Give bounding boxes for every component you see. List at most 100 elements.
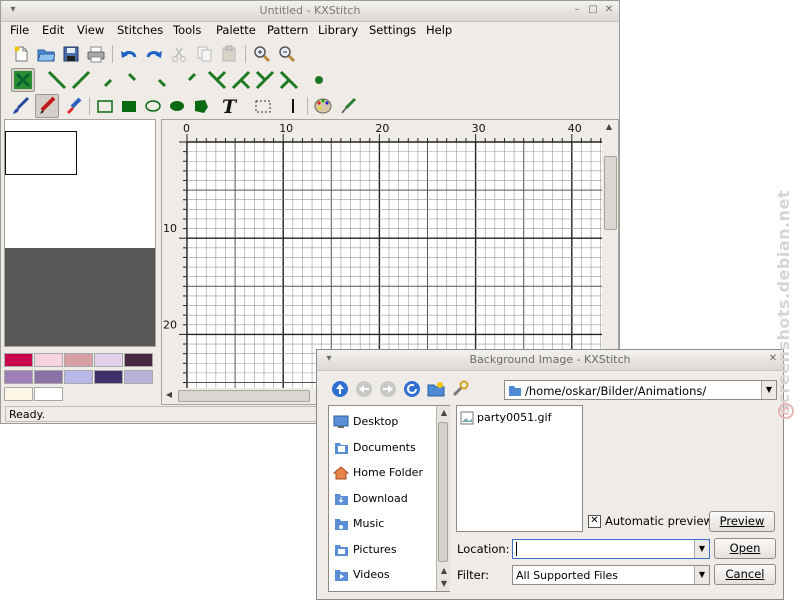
place-label: Desktop	[353, 415, 399, 428]
rectangle-outline-icon[interactable]	[93, 94, 117, 118]
location-dropdown-arrow[interactable]: ▼	[694, 540, 709, 558]
open-folder-icon[interactable]	[34, 42, 58, 66]
place-desktop[interactable]: Desktop	[333, 412, 433, 432]
vertical-scrollbar-thumb[interactable]	[604, 156, 617, 230]
quarter-stitch-bl-icon[interactable]	[99, 68, 123, 92]
french-knot-icon[interactable]	[307, 68, 331, 92]
menu-help[interactable]: Help	[426, 23, 452, 37]
path-combobox[interactable]: /home/oskar/Bilder/Animations/ ▼	[504, 380, 777, 400]
menu-pattern[interactable]: Pattern	[267, 23, 308, 37]
undo-icon[interactable]	[117, 42, 141, 66]
text-tool-icon[interactable]: T	[217, 94, 241, 118]
file-item[interactable]: party0051.gif	[460, 409, 575, 427]
new-folder-icon[interactable]	[426, 379, 446, 399]
menu-view[interactable]: View	[77, 23, 104, 37]
paint-brush-icon[interactable]	[9, 94, 33, 118]
options-wrench-icon[interactable]	[450, 379, 470, 399]
three-quarter-stitch-2-icon[interactable]	[229, 68, 253, 92]
palette-swatch[interactable]	[4, 387, 33, 401]
file-list: party0051.gif	[456, 405, 583, 532]
menu-tools[interactable]: Tools	[173, 23, 201, 37]
palette-swatch[interactable]	[34, 387, 63, 401]
place-download[interactable]: Download	[333, 489, 433, 509]
rectangle-filled-icon[interactable]	[117, 94, 141, 118]
up-folder-icon[interactable]	[330, 379, 350, 399]
full-cross-stitch-icon[interactable]	[11, 68, 35, 92]
menu-stitches[interactable]: Stitches	[117, 23, 163, 37]
place-videos[interactable]: Videos	[333, 565, 433, 585]
three-quarter-stitch-3-icon[interactable]	[253, 68, 277, 92]
automatic-preview-checkbox[interactable]: ✕	[588, 515, 601, 528]
palette-swatch[interactable]	[64, 353, 93, 367]
color-picker-icon[interactable]	[337, 94, 361, 118]
place-home-folder[interactable]: Home Folder	[333, 463, 433, 483]
palette-swatch[interactable]	[4, 353, 33, 367]
palette-swatch[interactable]	[124, 370, 153, 384]
redo-icon[interactable]	[142, 42, 166, 66]
menu-edit[interactable]: Edit	[42, 23, 64, 37]
quarter-stitch-tr-icon[interactable]	[177, 68, 201, 92]
new-file-icon[interactable]	[9, 42, 33, 66]
half-stitch-top-icon[interactable]	[69, 68, 93, 92]
three-quarter-stitch-1-icon[interactable]	[205, 68, 229, 92]
minimize-icon[interactable]: –	[571, 4, 583, 16]
back-icon[interactable]	[354, 379, 374, 399]
reload-icon[interactable]	[402, 379, 422, 399]
places-scroll-up[interactable]: ▲	[437, 406, 451, 420]
close-icon[interactable]: ✕	[603, 4, 615, 16]
maximize-icon[interactable]: □	[587, 4, 599, 16]
menu-palette[interactable]: Palette	[216, 23, 256, 37]
draw-pen-icon[interactable]	[35, 94, 59, 118]
palette-swatch[interactable]	[34, 353, 63, 367]
places-scroll-thumb[interactable]	[438, 422, 448, 562]
place-documents[interactable]: Documents	[333, 438, 433, 458]
watermark-text: screenshots.debian.net	[774, 190, 793, 414]
place-music[interactable]: Music	[333, 514, 433, 534]
quarter-stitch-br-icon[interactable]	[147, 68, 171, 92]
save-icon[interactable]	[59, 42, 83, 66]
three-quarter-stitch-4-icon[interactable]	[277, 68, 301, 92]
filter-dropdown-arrow[interactable]: ▼	[694, 566, 709, 584]
forward-icon[interactable]	[378, 379, 398, 399]
preview-button[interactable]: Preview	[709, 511, 775, 532]
select-rectangle-icon[interactable]	[251, 94, 275, 118]
ellipse-outline-icon[interactable]	[141, 94, 165, 118]
preview-panel	[4, 119, 156, 347]
quarter-stitch-tl-icon[interactable]	[123, 68, 147, 92]
filter-value: All Supported Files	[516, 569, 619, 582]
filter-combobox[interactable]: All Supported Files ▼	[512, 565, 710, 585]
location-input[interactable]: ▼	[512, 539, 710, 559]
menu-settings[interactable]: Settings	[369, 23, 416, 37]
palette-swatch[interactable]	[4, 370, 33, 384]
print-icon[interactable]	[84, 42, 108, 66]
places-scroll-down[interactable]: ▲	[437, 564, 451, 578]
palette-swatch[interactable]	[34, 370, 63, 384]
palette-swatch[interactable]	[124, 353, 153, 367]
place-pictures[interactable]: Pictures	[333, 540, 433, 560]
open-button[interactable]: Open	[714, 538, 776, 559]
palette-swatch[interactable]	[94, 370, 123, 384]
preview-viewport-frame[interactable]	[5, 131, 77, 175]
eraser-icon[interactable]	[61, 94, 85, 118]
ellipse-filled-icon[interactable]	[165, 94, 189, 118]
places-scroll-bottom[interactable]: ▼	[437, 577, 451, 591]
backstitch-icon[interactable]	[281, 94, 305, 118]
zoom-out-icon[interactable]	[275, 42, 299, 66]
cancel-button[interactable]: Cancel	[714, 564, 776, 585]
paste-icon[interactable]	[217, 42, 241, 66]
polygon-icon[interactable]	[189, 94, 213, 118]
ruler-label-left: 10	[163, 222, 177, 235]
places-scrollbar[interactable]: ▲ ▲ ▼	[436, 406, 450, 591]
scroll-left-arrow[interactable]: ◀	[162, 388, 176, 402]
scroll-up-arrow[interactable]: ▲	[602, 120, 616, 134]
zoom-in-icon[interactable]	[250, 42, 274, 66]
copy-icon[interactable]	[192, 42, 216, 66]
palette-icon[interactable]	[311, 94, 335, 118]
palette-swatch[interactable]	[64, 370, 93, 384]
palette-swatch[interactable]	[94, 353, 123, 367]
cut-icon[interactable]	[167, 42, 191, 66]
horizontal-scrollbar-thumb[interactable]	[178, 390, 310, 402]
menu-file[interactable]: File	[10, 23, 29, 37]
half-stitch-bottom-icon[interactable]	[45, 68, 69, 92]
menu-library[interactable]: Library	[318, 23, 358, 37]
